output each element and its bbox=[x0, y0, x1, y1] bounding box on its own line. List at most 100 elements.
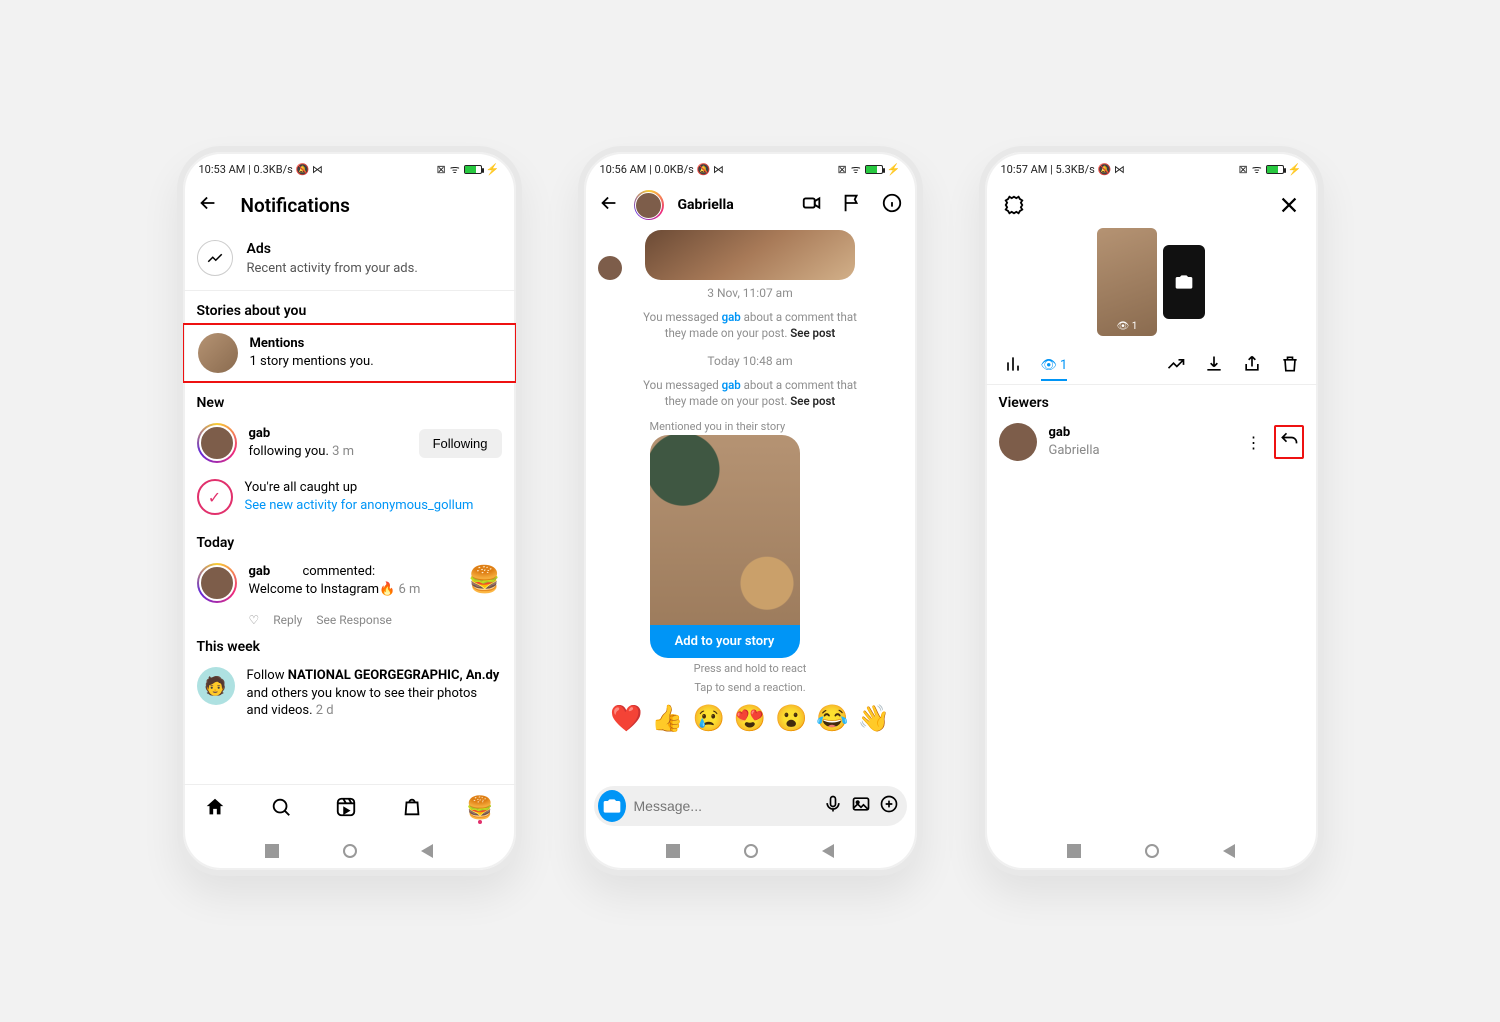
more-icon[interactable]: ⋮ bbox=[1246, 433, 1262, 452]
mentions-title: Mentions bbox=[250, 336, 305, 351]
caughtup-text: You're all caught up bbox=[245, 480, 358, 495]
back-button[interactable] bbox=[197, 192, 219, 218]
comment-row[interactable]: gab commented: Welcome to Instagram🔥 6 m… bbox=[183, 555, 516, 611]
story-thumb-selected[interactable] bbox=[1097, 228, 1157, 336]
reaction-row: ❤️ 👍 😢 😍 😮 😂 👋 bbox=[598, 696, 903, 740]
add-to-story-button[interactable]: Add to your story bbox=[650, 625, 800, 658]
follow-username: gab bbox=[249, 426, 271, 441]
system-line: You messaged gab about a comment that th… bbox=[598, 374, 903, 412]
caughtup-link[interactable]: See new activity for anonymous_gollum bbox=[245, 498, 474, 513]
search-icon[interactable] bbox=[270, 796, 292, 822]
close-button[interactable] bbox=[1278, 194, 1300, 220]
status-right: ⊠ ᯤ ⚡ bbox=[838, 162, 901, 177]
status-left: 10:57 AM | 5.3KB/s 🔕 ⋈ bbox=[1001, 163, 1125, 176]
section-week: This week bbox=[183, 627, 516, 659]
timestamp: Today 10:48 am bbox=[598, 354, 903, 368]
status-left: 10:53 AM | 0.3KB/s 🔕 ⋈ bbox=[199, 163, 323, 176]
chat-header: Gabriella bbox=[584, 180, 917, 230]
stop-icon: ⊠ bbox=[1239, 163, 1248, 176]
image-message[interactable] bbox=[645, 230, 855, 280]
chat-name[interactable]: Gabriella bbox=[678, 197, 734, 213]
following-button[interactable]: Following bbox=[419, 429, 502, 458]
videocall-icon[interactable] bbox=[801, 192, 823, 218]
comment-actions: ♡ Reply See Response bbox=[183, 613, 516, 627]
shop-icon[interactable] bbox=[401, 796, 423, 822]
promote-icon[interactable] bbox=[1166, 354, 1186, 378]
phone-notifications: 10:53 AM | 0.3KB/s 🔕 ⋈ ⊠ ᯤ ⚡ Notificatio… bbox=[177, 146, 522, 876]
reply-action[interactable]: Reply bbox=[273, 613, 302, 627]
story-image bbox=[650, 435, 800, 625]
system-nav bbox=[584, 832, 917, 870]
back-button[interactable] bbox=[421, 844, 433, 858]
story-mention[interactable]: Add to your story bbox=[650, 435, 800, 658]
status-left: 10:56 AM | 0.0KB/s 🔕 ⋈ bbox=[600, 163, 724, 176]
recents-button[interactable] bbox=[265, 844, 279, 858]
settings-icon[interactable] bbox=[1003, 194, 1025, 220]
avatar: 🧑 bbox=[197, 667, 235, 705]
profile-icon[interactable]: 🍔 bbox=[466, 796, 493, 821]
page-title: Notifications bbox=[241, 194, 350, 217]
home-icon[interactable] bbox=[204, 796, 226, 822]
reshare-button[interactable] bbox=[1274, 425, 1304, 459]
timestamp: 3 Nov, 11:07 am bbox=[598, 286, 903, 300]
reaction-emoji[interactable]: 👍 bbox=[651, 704, 683, 734]
viewers-tab[interactable]: 👁 1 bbox=[1041, 358, 1068, 381]
info-icon[interactable] bbox=[881, 192, 903, 218]
story-thumb bbox=[198, 333, 238, 373]
reels-icon[interactable] bbox=[335, 796, 357, 822]
composer bbox=[594, 786, 907, 826]
viewers-heading: Viewers bbox=[985, 385, 1318, 415]
gallery-icon[interactable] bbox=[851, 794, 871, 818]
status-right: ⊠ ᯤ ⚡ bbox=[437, 162, 500, 177]
avatar bbox=[598, 256, 622, 280]
mentions-subtitle: 1 story mentions you. bbox=[250, 354, 374, 369]
flag-icon[interactable] bbox=[841, 192, 863, 218]
mentions-row[interactable]: Mentions 1 story mentions you. bbox=[183, 323, 516, 383]
download-icon[interactable] bbox=[1204, 354, 1224, 378]
reaction-emoji[interactable]: 👋 bbox=[858, 704, 890, 734]
ads-row[interactable]: Ads Recent activity from your ads. bbox=[183, 230, 516, 291]
system-nav bbox=[985, 832, 1318, 870]
suggestion-row[interactable]: 🧑 Follow NATIONAL GEORGEGRAPHIC, An.dy a… bbox=[183, 659, 516, 728]
back-button[interactable] bbox=[1223, 844, 1235, 858]
viewer-row[interactable]: gab Gabriella ⋮ bbox=[985, 415, 1318, 469]
recents-button[interactable] bbox=[1067, 844, 1081, 858]
avatar[interactable] bbox=[197, 563, 237, 603]
camera-button[interactable] bbox=[598, 790, 626, 822]
heart-icon[interactable]: ♡ bbox=[249, 613, 260, 627]
wifi-icon: ᯤ bbox=[1252, 162, 1262, 177]
system-line: You messaged gab about a comment that th… bbox=[598, 306, 903, 344]
battery-icon bbox=[865, 165, 883, 174]
reaction-emoji[interactable]: 😢 bbox=[693, 704, 725, 734]
home-button[interactable] bbox=[1145, 844, 1159, 858]
stop-icon: ⊠ bbox=[838, 163, 847, 176]
home-button[interactable] bbox=[744, 844, 758, 858]
delete-icon[interactable] bbox=[1280, 354, 1300, 378]
add-icon[interactable] bbox=[879, 794, 899, 818]
home-button[interactable] bbox=[343, 844, 357, 858]
mic-icon[interactable] bbox=[823, 794, 843, 818]
story-thumb-camera[interactable] bbox=[1163, 245, 1205, 319]
share-icon[interactable] bbox=[1242, 354, 1262, 378]
back-button[interactable] bbox=[598, 192, 620, 218]
avatar[interactable] bbox=[634, 190, 664, 220]
reaction-emoji[interactable]: 😂 bbox=[816, 704, 848, 734]
follow-row[interactable]: gab following you. 3 m Following bbox=[183, 415, 516, 471]
recents-button[interactable] bbox=[666, 844, 680, 858]
seeresponse-action[interactable]: See Response bbox=[316, 613, 392, 627]
app-header: Notifications bbox=[183, 180, 516, 230]
insights-tab[interactable] bbox=[1003, 354, 1023, 378]
reaction-emoji[interactable]: ❤️ bbox=[610, 704, 642, 734]
follow-text: following you. bbox=[249, 444, 329, 459]
caughtup-row[interactable]: ✓ You're all caught up See new activity … bbox=[183, 471, 516, 523]
avatar[interactable] bbox=[999, 423, 1037, 461]
system-nav bbox=[183, 832, 516, 870]
reaction-emoji[interactable]: 😍 bbox=[734, 704, 766, 734]
reaction-emoji[interactable]: 😮 bbox=[775, 704, 807, 734]
comment-time: 6 m bbox=[399, 582, 421, 597]
back-button[interactable] bbox=[822, 844, 834, 858]
checkmark-icon: ✓ bbox=[197, 479, 233, 515]
viewers-header bbox=[985, 180, 1318, 226]
avatar[interactable] bbox=[197, 423, 237, 463]
message-input[interactable] bbox=[634, 798, 815, 814]
